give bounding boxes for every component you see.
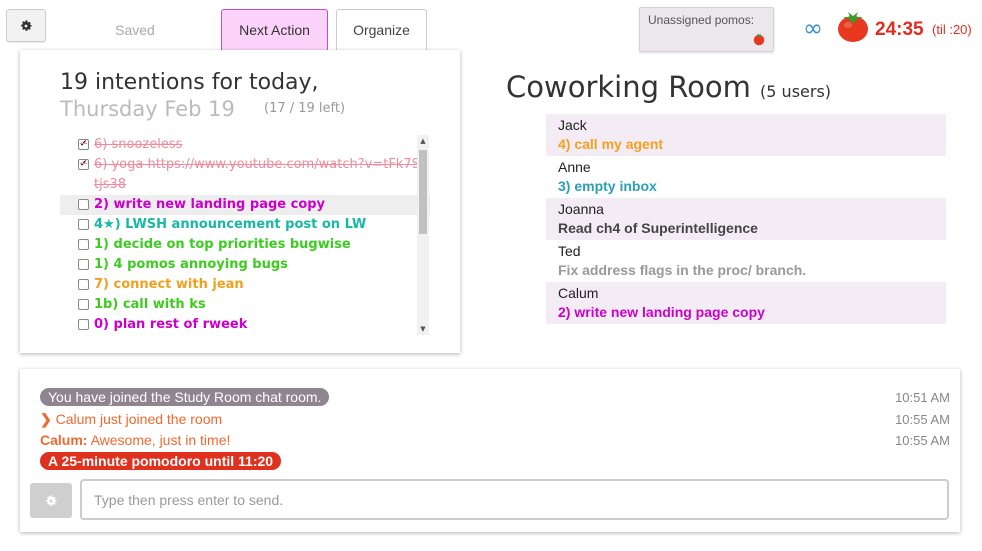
intention-item[interactable]: 1b) call with ks (60, 295, 430, 315)
scrollbar-thumb[interactable] (419, 150, 427, 234)
intention-item[interactable]: 2) write new landing page copy (60, 195, 430, 215)
chat-message-text: Awesome, just in time! (90, 432, 231, 448)
pomodoro-pill: A 25-minute pomodoro until 11:20 (40, 452, 282, 470)
chat-author: Calum: (40, 432, 88, 448)
chat-user-message: Calum: Awesome, just in time! (40, 432, 230, 448)
infinity-icon[interactable]: ∞ (803, 14, 823, 42)
coworking-user-list: Jack 4) call my agent Anne 3) empty inbox Jo… (546, 114, 946, 324)
intention-checkbox[interactable]: ✔ (78, 159, 89, 170)
coworking-user-name: Anne (558, 159, 591, 175)
intention-text: 1b) call with ks (94, 297, 206, 312)
tab-saved[interactable]: Saved (90, 9, 180, 50)
intention-item[interactable]: 7) connect with jean (60, 275, 430, 295)
intention-item[interactable]: 1) 4 pomos annoying bugs (60, 255, 430, 275)
chat-timestamp: 10:55 AM (895, 412, 950, 427)
chat-panel: You have joined the Study Room chat room… (20, 369, 960, 532)
intention-text: 6) snoozeless (94, 137, 183, 152)
chat-timestamp: 10:55 AM (895, 433, 950, 448)
tab-organize[interactable]: Organize (336, 9, 427, 50)
pomodoro-timer: 24:35 (875, 19, 924, 40)
join-message-text: Calum just joined the room (55, 411, 223, 427)
intention-checkbox[interactable] (78, 259, 89, 270)
coworking-title: Coworking Room (5 users) (506, 70, 831, 104)
coworking-user: Jack 4) call my agent (546, 114, 946, 156)
coworking-user-task: 4) call my agent (558, 136, 664, 152)
intentions-list: ✔ 6) snoozeless ✔ 6) yoga https://www.youtu… (60, 135, 430, 335)
intention-text: 0) plan rest of rweek (94, 317, 248, 332)
gear-icon (21, 19, 32, 31)
intentions-date: Thursday Feb 19 (60, 97, 235, 121)
intention-item[interactable]: ✔ 6) snoozeless (60, 135, 430, 155)
intention-checkbox[interactable] (78, 239, 89, 250)
settings-button[interactable] (6, 9, 46, 42)
chat-timestamp: 10:51 AM (895, 390, 950, 405)
coworking-user-name: Joanna (558, 201, 604, 217)
chat-pomodoro-message: A 25-minute pomodoro until 11:20 (40, 452, 282, 470)
timer-until-label: (til :20) (932, 22, 972, 37)
scroll-up-arrow-icon[interactable]: ▲ (417, 137, 429, 147)
intention-text: 2) write new landing page copy (94, 197, 326, 212)
tomato-icon (753, 33, 765, 46)
intention-checkbox[interactable] (78, 279, 89, 290)
chat-message-input[interactable] (80, 479, 949, 520)
intention-text: 7) connect with jean (94, 277, 244, 292)
intention-item[interactable]: 0) plan rest of rweek (60, 315, 430, 335)
intention-checkbox[interactable] (78, 299, 89, 310)
intention-text: 1) decide on top priorities bugwise (94, 237, 351, 252)
chevron-right-icon: ❯ (40, 411, 52, 427)
intentions-left-count: (17 / 19 left) (264, 101, 346, 116)
scroll-down-arrow-icon[interactable]: ▼ (417, 325, 429, 335)
unassigned-pomos[interactable]: Unassigned pomos: (639, 7, 774, 52)
intention-text: 1) 4 pomos annoying bugs (94, 257, 288, 272)
intention-item[interactable]: 1) decide on top priorities bugwise (60, 235, 430, 255)
coworking-user: Joanna Read ch4 of Superintelligence (546, 198, 946, 240)
joined-room-pill: You have joined the Study Room chat room… (40, 388, 330, 406)
intention-checkbox[interactable]: ✔ (78, 139, 89, 150)
intention-checkbox[interactable] (78, 219, 89, 230)
intention-checkbox[interactable] (78, 199, 89, 210)
intention-text: 6) yoga https://www.youtube.com/watch?v=… (94, 157, 429, 192)
coworking-users-count: (5 users) (760, 82, 832, 101)
tomato-timer-icon[interactable] (836, 11, 870, 43)
tab-next-action[interactable]: Next Action (221, 9, 328, 50)
intention-item[interactable]: ✔ 6) yoga https://www.youtube.com/watch?v… (60, 155, 430, 195)
coworking-user-name: Ted (558, 243, 581, 259)
intention-text: 4★) LWSH announcement post on LW (94, 217, 367, 232)
gear-icon (46, 494, 57, 506)
coworking-user: Anne 3) empty inbox (546, 156, 946, 198)
chat-join-message: ❯ Calum just joined the room (40, 411, 222, 428)
coworking-title-text: Coworking Room (506, 70, 751, 104)
intentions-panel: 19 intentions for today, Thursday Feb 19… (20, 50, 460, 353)
intention-checkbox[interactable] (78, 319, 89, 330)
intentions-title: 19 intentions for today, (60, 70, 319, 95)
coworking-user-task: 2) write new landing page copy (558, 304, 765, 320)
unassigned-pomos-label: Unassigned pomos: (648, 13, 755, 27)
coworking-user-task: Read ch4 of Superintelligence (558, 220, 758, 236)
coworking-user-task: Fix address flags in the proc/ branch. (558, 262, 807, 278)
coworking-user-name: Calum (558, 285, 599, 301)
coworking-user: Ted Fix address flags in the proc/ branch… (546, 240, 946, 282)
intention-item[interactable]: 4★) LWSH announcement post on LW (60, 215, 430, 235)
chat-system-message: You have joined the Study Room chat room… (40, 388, 330, 406)
coworking-user-name: Jack (558, 117, 587, 133)
chat-settings-button[interactable] (30, 483, 72, 518)
coworking-user-task: 3) empty inbox (558, 178, 657, 194)
coworking-user: Calum 2) write new landing page copy (546, 282, 946, 324)
